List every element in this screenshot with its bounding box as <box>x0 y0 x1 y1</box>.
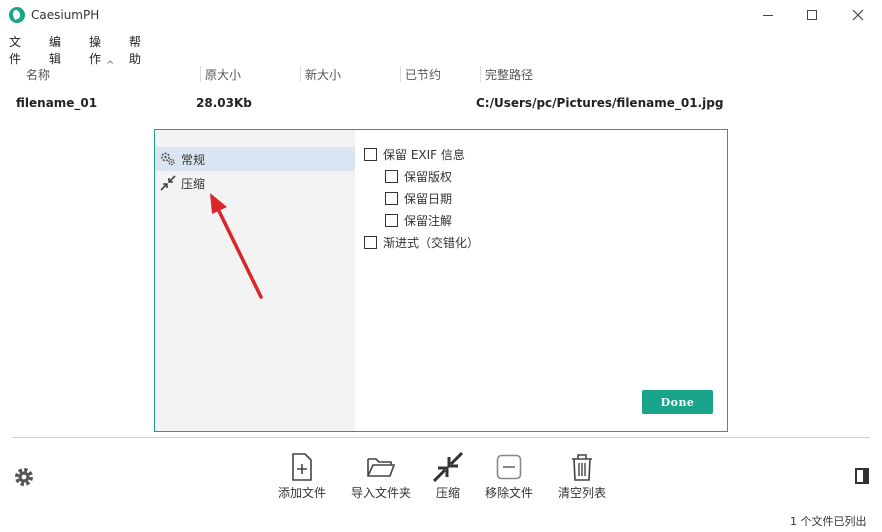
close-icon <box>852 9 864 21</box>
column-divider[interactable] <box>400 66 401 82</box>
remove-file-button[interactable]: 移除文件 <box>485 452 533 501</box>
title-bar: CaesiumPH <box>0 0 882 32</box>
option-keep-date[interactable]: 保留日期 <box>385 190 452 207</box>
file-path: C:/Users/pc/Pictures/filename_01.jpg <box>476 96 724 110</box>
table-row[interactable]: filename_01 28.03Kb C:/Users/pc/Pictures… <box>0 96 882 116</box>
option-label: 保留版权 <box>404 170 453 184</box>
column-new-size[interactable]: 新大小 <box>305 66 341 83</box>
compress-button[interactable]: 压缩 <box>433 452 463 501</box>
option-progressive[interactable]: 渐进式（交错化） <box>364 234 479 251</box>
column-full-path[interactable]: 完整路径 <box>485 66 533 83</box>
keep-comments-checkbox[interactable] <box>385 214 398 227</box>
keep-exif-checkbox[interactable] <box>364 148 377 161</box>
progressive-checkbox[interactable] <box>364 236 377 249</box>
option-keep-exif[interactable]: 保留 EXIF 信息 <box>364 146 465 163</box>
option-label: 保留日期 <box>404 192 453 206</box>
compress-icon <box>159 174 177 192</box>
option-label: 保留 EXIF 信息 <box>383 148 465 162</box>
remove-file-label: 移除文件 <box>485 486 534 500</box>
clear-list-button[interactable]: 清空列表 <box>558 452 606 501</box>
keep-date-checkbox[interactable] <box>385 192 398 205</box>
add-file-icon <box>287 452 317 482</box>
file-name: filename_01 <box>16 96 98 110</box>
add-file-label: 添加文件 <box>278 486 327 500</box>
maximize-button[interactable] <box>789 0 835 30</box>
folder-open-icon <box>366 452 396 482</box>
column-name[interactable]: 名称 <box>26 66 50 83</box>
option-label: 渐进式（交错化） <box>383 236 480 250</box>
toolbar-divider <box>12 437 870 438</box>
window-title: CaesiumPH <box>31 8 100 22</box>
option-keep-copyright[interactable]: 保留版权 <box>385 168 452 185</box>
keep-copyright-checkbox[interactable] <box>385 170 398 183</box>
column-saved[interactable]: 已节约 <box>405 66 441 83</box>
done-button[interactable]: Done <box>642 390 713 414</box>
gears-icon <box>159 150 177 168</box>
minimize-button[interactable] <box>745 0 791 30</box>
column-divider[interactable] <box>300 66 301 82</box>
clear-list-label: 清空列表 <box>558 486 607 500</box>
column-divider[interactable] <box>480 66 481 82</box>
column-original-size[interactable]: 原大小 <box>205 66 241 83</box>
import-folder-button[interactable]: 导入文件夹 <box>351 452 411 501</box>
trash-icon <box>567 452 597 482</box>
column-divider[interactable] <box>200 66 201 82</box>
sidebar-item-general[interactable]: 常规 <box>155 147 355 171</box>
file-original-size: 28.03Kb <box>196 96 252 110</box>
option-keep-comments[interactable]: 保留注解 <box>385 212 452 229</box>
minimize-icon <box>763 14 773 16</box>
panel-toggle-icon[interactable] <box>855 468 869 484</box>
status-text: 1 个文件已列出 <box>790 515 867 528</box>
file-list-header: 名称 原大小 新大小 已节约 完整路径 <box>0 62 882 86</box>
settings-gear-icon[interactable] <box>13 466 35 488</box>
app-logo-icon <box>9 7 25 23</box>
compress-icon <box>433 452 463 482</box>
remove-icon <box>494 452 524 482</box>
close-button[interactable] <box>835 0 881 30</box>
add-file-button[interactable]: 添加文件 <box>278 452 326 501</box>
annotation-arrow-icon <box>210 193 263 299</box>
sidebar-label-general: 常规 <box>181 152 206 167</box>
maximize-icon <box>807 10 817 20</box>
compress-label: 压缩 <box>435 486 460 500</box>
option-label: 保留注解 <box>404 214 453 228</box>
import-folder-label: 导入文件夹 <box>351 486 412 500</box>
